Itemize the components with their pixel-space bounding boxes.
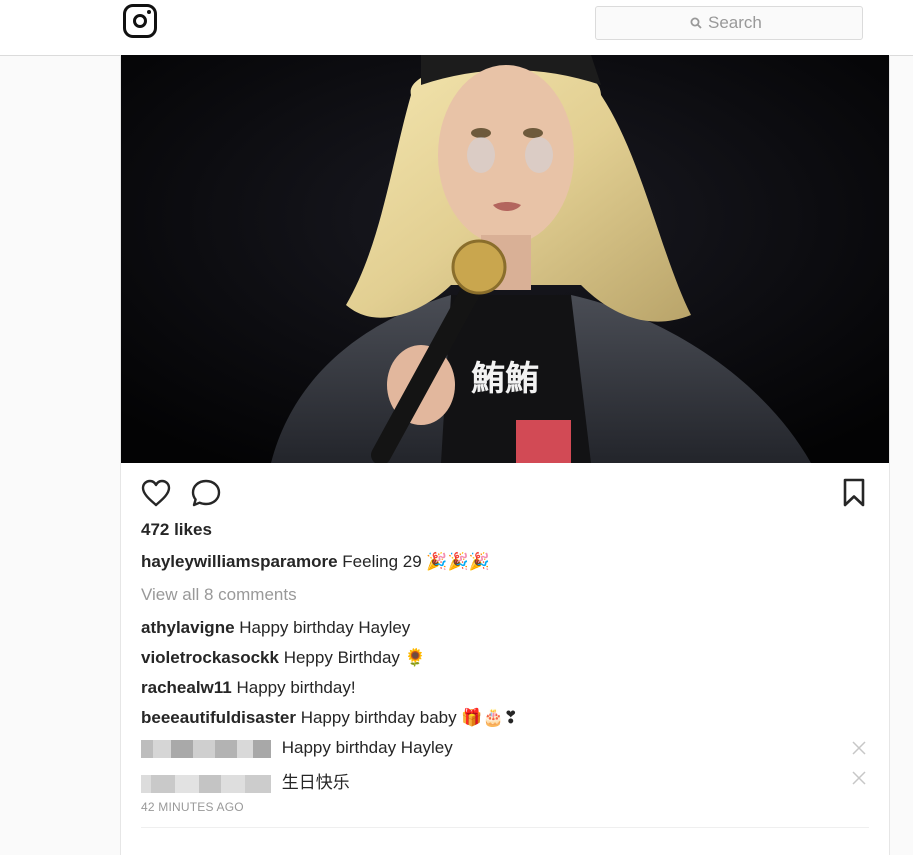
save-bookmark-icon[interactable] xyxy=(842,478,866,508)
camera-dot-shape xyxy=(147,10,151,14)
post-timestamp[interactable]: 42 MINUTES AGO xyxy=(141,800,244,814)
comment-item: Happy birthday Hayley xyxy=(141,738,453,758)
comment-text: 生日快乐 xyxy=(281,773,350,792)
delete-comment-close-icon[interactable] xyxy=(852,741,866,755)
likes-count[interactable]: 472 likes xyxy=(141,520,212,540)
post-photo[interactable]: 鮪鮪 xyxy=(121,55,889,463)
blurred-username[interactable] xyxy=(141,739,271,758)
view-all-comments-link[interactable]: View all 8 comments xyxy=(141,585,297,605)
comment-text: Heppy Birthday 🌻 xyxy=(283,648,426,667)
comment-item: 生日快乐 xyxy=(141,768,350,793)
comment-username[interactable]: athylavigne xyxy=(141,618,235,637)
comment-item: athylavigne Happy birthday Hayley xyxy=(141,618,410,638)
caption-text: Feeling 29 🎉🎉🎉 xyxy=(342,552,490,571)
comment-username[interactable]: violetrockasockk xyxy=(141,648,279,667)
like-heart-icon[interactable] xyxy=(140,478,172,508)
camera-lens-shape xyxy=(133,14,147,28)
svg-text:鮪鮪: 鮪鮪 xyxy=(471,359,539,399)
comment-text: Happy birthday Hayley xyxy=(281,738,453,757)
search-icon xyxy=(690,17,702,29)
comment-bubble-icon[interactable] xyxy=(190,478,222,508)
comment-text: Happy birthday baby 🎁🎂❣ xyxy=(300,708,518,727)
comment-username[interactable]: rachealw11 xyxy=(141,678,232,697)
comment-item: beeeautifuldisaster Happy birthday baby … xyxy=(141,708,518,728)
instagram-logo-icon[interactable] xyxy=(123,4,157,38)
blurred-username[interactable] xyxy=(141,774,271,793)
comment-input-divider xyxy=(141,827,869,828)
comment-text: Happy birthday! xyxy=(236,678,356,697)
comment-item: rachealw11 Happy birthday! xyxy=(141,678,356,698)
search-box[interactable] xyxy=(595,6,863,40)
comment-username[interactable]: beeeautifuldisaster xyxy=(141,708,296,727)
post-actions-bar xyxy=(121,478,889,510)
comment-item: violetrockasockk Heppy Birthday 🌻 xyxy=(141,648,426,668)
top-navigation-bar xyxy=(0,0,913,56)
caption-username[interactable]: hayleywilliamsparamore xyxy=(141,552,338,571)
delete-comment-close-icon[interactable] xyxy=(852,771,866,785)
post-caption: hayleywilliamsparamore Feeling 29 🎉🎉🎉 xyxy=(141,552,490,572)
search-input[interactable] xyxy=(708,13,768,33)
comment-text: Happy birthday Hayley xyxy=(239,618,411,637)
post-card: 鮪鮪 472 likes hayleywilliamsparamore Feel… xyxy=(120,55,890,855)
post-photo-illustration: 鮪鮪 xyxy=(121,55,889,463)
